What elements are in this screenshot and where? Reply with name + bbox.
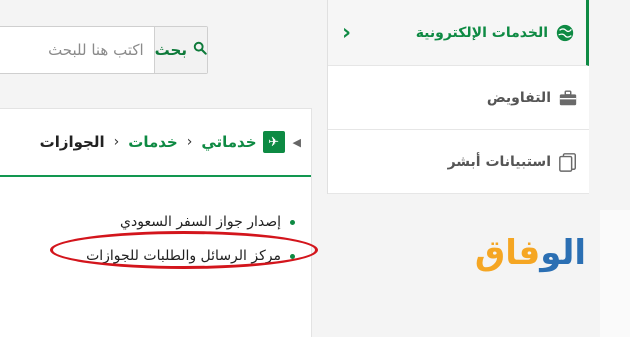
list-item[interactable]: إصدار جواز السفر السعودي <box>86 205 295 239</box>
sidebar-item-label: الخدمات الإلكترونية <box>415 24 548 41</box>
globe-icon <box>554 22 576 44</box>
collapse-arrow-icon[interactable]: ◀ <box>293 136 301 149</box>
link-issue-passport[interactable]: إصدار جواز السفر السعودي <box>120 214 281 230</box>
logo-text-orange: فاق <box>474 233 541 273</box>
sidebar-item-label: استبيانات أبشر <box>447 153 551 170</box>
search-input[interactable] <box>0 27 154 73</box>
breadcrumb-item-my-services[interactable]: خدماتي <box>201 133 256 151</box>
bullet-icon <box>290 253 295 259</box>
breadcrumb: ◀ ✈ خدماتي ‹ خدمات ‹ الجوازات <box>0 109 311 177</box>
logo-text-blue: الو <box>540 233 586 273</box>
search-button-label: بحث <box>154 41 187 59</box>
passport-icon[interactable]: ✈ <box>262 131 285 153</box>
breadcrumb-item-passports: الجوازات <box>39 133 105 151</box>
link-messages-center[interactable]: مركز الرسائل والطلبات للجوازات <box>86 248 281 264</box>
search-icon <box>193 41 207 59</box>
search-bar: بحث <box>0 26 208 74</box>
sidebar-item-delegations[interactable]: التفاويض <box>328 66 589 130</box>
service-link-list: إصدار جواز السفر السعودي مركز الرسائل وا… <box>86 205 295 273</box>
survey-icon <box>557 151 579 173</box>
bullet-icon <box>290 219 295 225</box>
sidebar-item-e-services[interactable]: الخدمات الإلكترونية ‹ <box>328 0 589 66</box>
content-panel: ◀ ✈ خدماتي ‹ خدمات ‹ الجوازات إصدار جواز… <box>0 108 312 337</box>
breadcrumb-separator-icon: ‹ <box>113 134 120 150</box>
watermark-logo: الو فاق <box>456 228 586 278</box>
sidebar-item-label: التفاويض <box>486 89 551 106</box>
sidebar: الخدمات الإلكترونية ‹ التفاويض استبيانات… <box>327 0 589 194</box>
search-button[interactable]: بحث <box>153 27 207 73</box>
sidebar-item-surveys[interactable]: استبيانات أبشر <box>328 130 589 194</box>
chevron-left-icon[interactable]: ‹ <box>342 20 351 45</box>
list-item[interactable]: مركز الرسائل والطلبات للجوازات <box>86 239 295 273</box>
breadcrumb-item-services[interactable]: خدمات <box>128 133 177 151</box>
briefcase-icon <box>557 87 579 109</box>
background-panel-edge <box>600 210 630 337</box>
breadcrumb-separator-icon: ‹ <box>186 134 193 150</box>
